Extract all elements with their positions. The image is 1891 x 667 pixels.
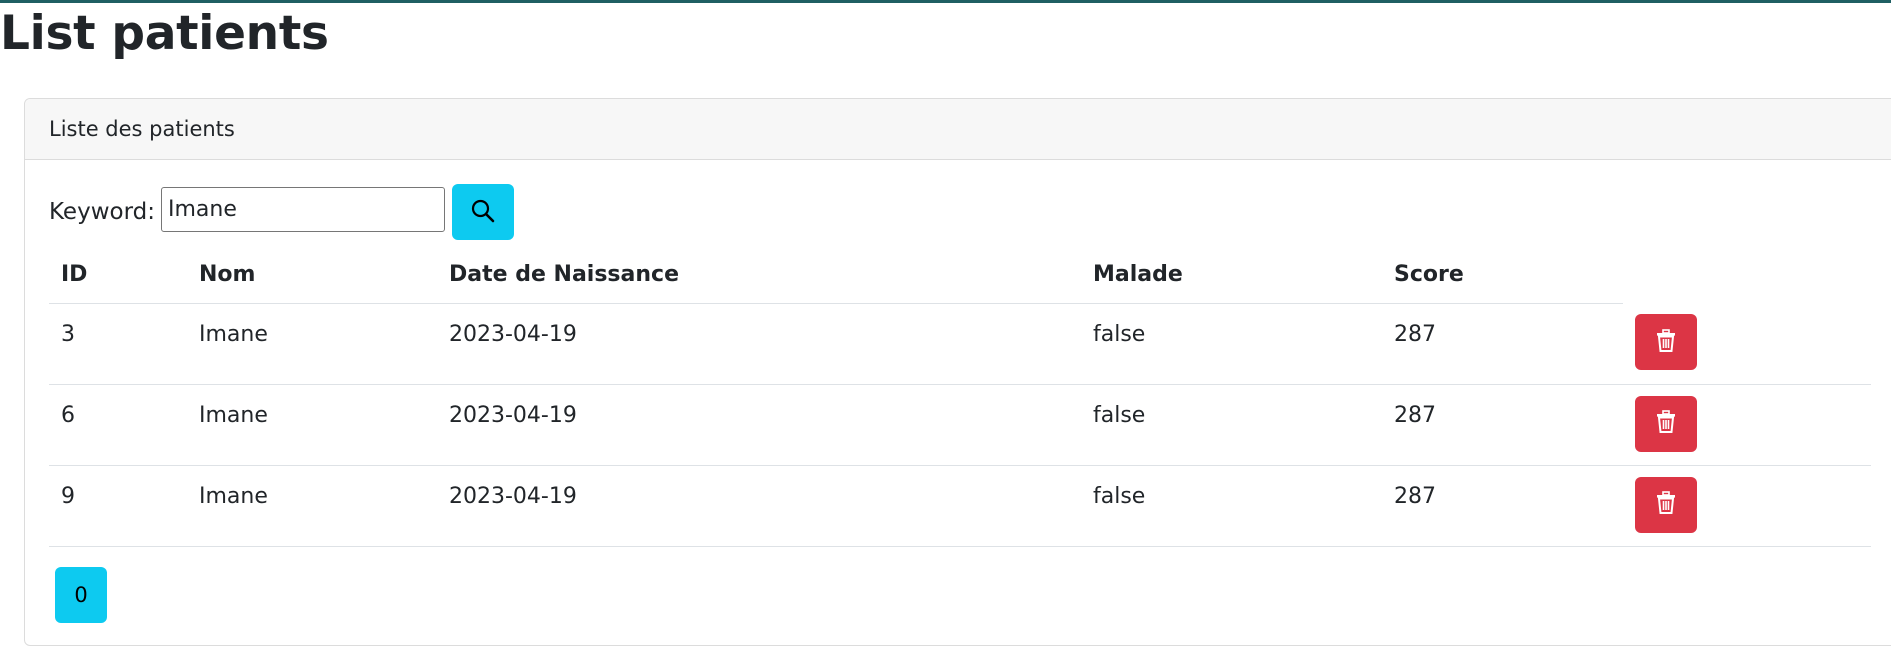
keyword-label: Keyword:: [49, 199, 155, 225]
cell-id: 6: [49, 384, 187, 466]
trash-icon: [1655, 491, 1677, 518]
column-header-date: Date de Naissance: [437, 246, 1081, 304]
cell-score: 287: [1382, 303, 1623, 385]
table-row: 9 Imane 2023-04-19 false 287: [49, 465, 1871, 547]
search-button[interactable]: [451, 184, 514, 240]
cell-date: 2023-04-19: [437, 465, 1081, 547]
keyword-input[interactable]: [160, 186, 445, 232]
cell-nom: Imane: [187, 384, 437, 466]
top-accent-bar: [0, 0, 1891, 3]
delete-button[interactable]: [1635, 314, 1697, 370]
column-header-score: Score: [1382, 246, 1623, 304]
table-row: 6 Imane 2023-04-19 false 287: [49, 384, 1871, 466]
trash-icon: [1655, 410, 1677, 437]
column-header-actions: [1623, 246, 1871, 303]
cell-score: 287: [1382, 384, 1623, 466]
cell-actions: [1623, 384, 1871, 466]
cell-date: 2023-04-19: [437, 384, 1081, 466]
card-header: Liste des patients: [25, 99, 1891, 160]
page-button-0[interactable]: 0: [55, 567, 107, 623]
cell-malade: false: [1081, 465, 1382, 547]
page-title: List patients: [0, 6, 329, 61]
patients-card: Liste des patients Keyword: ID Nom Date …: [24, 98, 1891, 646]
delete-button[interactable]: [1635, 476, 1697, 533]
column-header-nom: Nom: [187, 246, 437, 304]
cell-malade: false: [1081, 384, 1382, 466]
patients-table: ID Nom Date de Naissance Malade Score 3 …: [49, 246, 1871, 547]
cell-id: 9: [49, 465, 187, 547]
trash-icon: [1655, 328, 1677, 356]
cell-malade: false: [1081, 303, 1382, 385]
pagination: 0: [55, 567, 107, 623]
column-header-id: ID: [49, 246, 187, 304]
search-form: Keyword:: [49, 184, 514, 240]
table-row: 3 Imane 2023-04-19 false 287: [49, 303, 1871, 385]
cell-nom: Imane: [187, 303, 437, 385]
column-header-malade: Malade: [1081, 246, 1382, 304]
cell-date: 2023-04-19: [437, 303, 1081, 385]
cell-actions: [1623, 465, 1871, 547]
cell-nom: Imane: [187, 465, 437, 547]
table-header-row: ID Nom Date de Naissance Malade Score: [49, 246, 1871, 304]
cell-id: 3: [49, 303, 187, 385]
delete-button[interactable]: [1635, 395, 1697, 452]
search-icon: [470, 198, 496, 227]
cell-score: 287: [1382, 465, 1623, 547]
cell-actions: [1623, 303, 1871, 385]
